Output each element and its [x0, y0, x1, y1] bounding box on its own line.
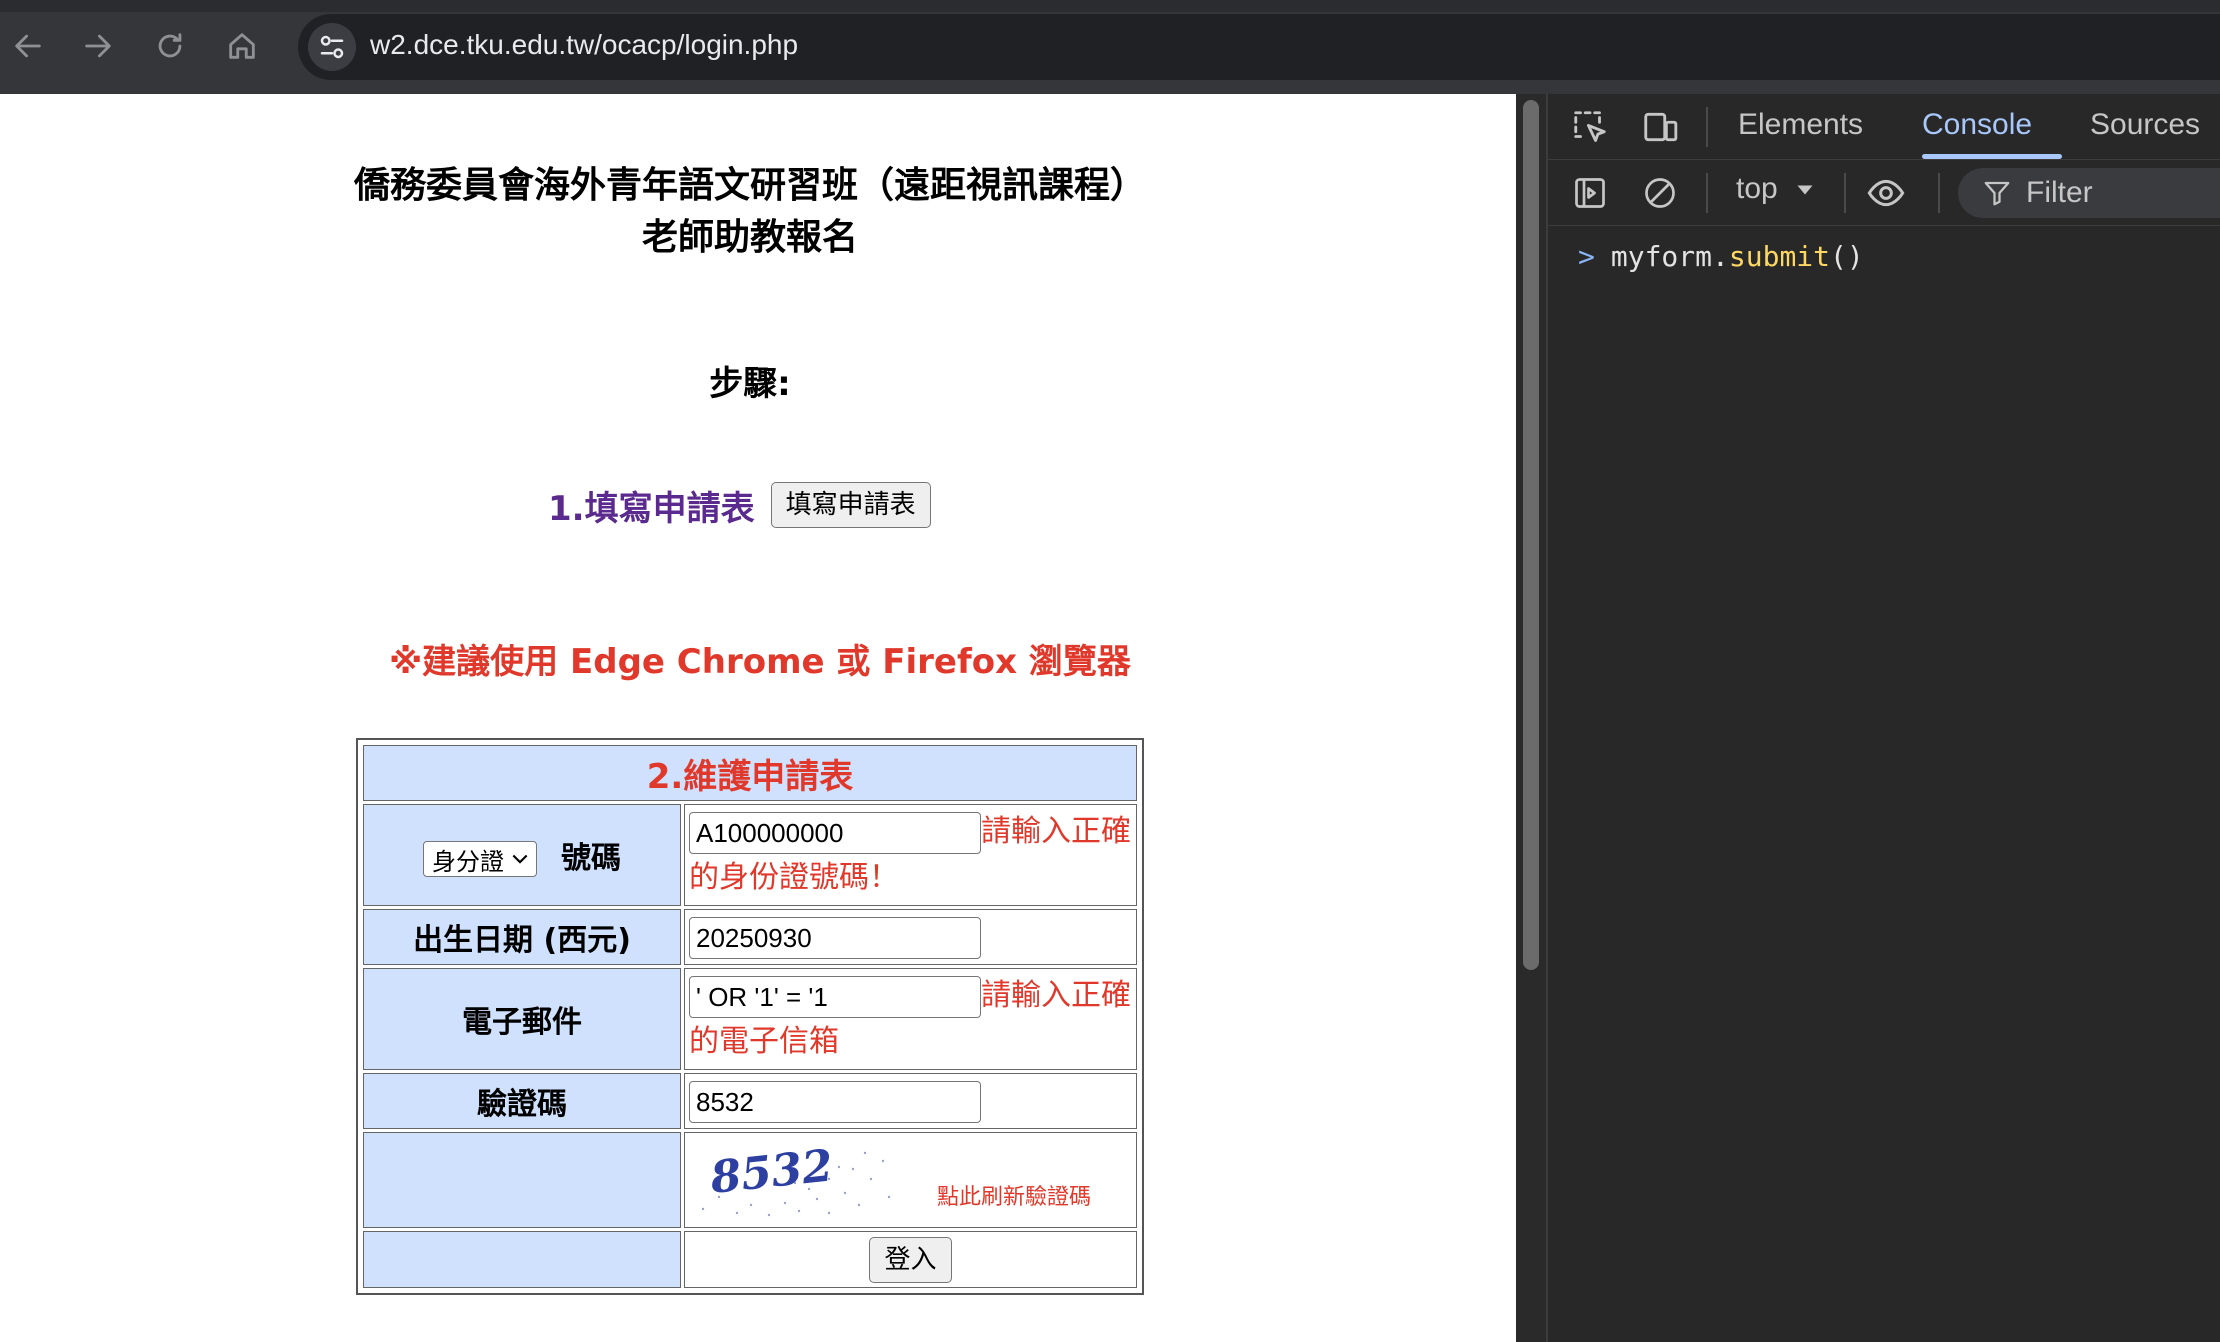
email-value-cell: ' OR '1' = '1 請輸入正確的電子信箱	[684, 968, 1137, 1070]
forward-arrow-icon	[85, 34, 111, 58]
birth-value-cell: 20250930	[684, 909, 1137, 965]
eye-icon	[1867, 179, 1905, 207]
url-text[interactable]: w2.dce.tku.edu.tw/ocacp/login.php	[370, 29, 798, 61]
page-title: 僑務委員會海外青年語文研習班（遠距視訊課程）老師助教報名	[353, 165, 1146, 258]
inspect-icon	[1574, 111, 1606, 142]
step1-row: 1.填寫申請表 填寫申請表	[548, 480, 931, 530]
live-expression-button[interactable]	[1864, 171, 1908, 215]
console-filter-input[interactable]: Filter	[1958, 168, 2220, 218]
toolbar-divider	[1844, 173, 1846, 213]
login-button-cell: 登入	[684, 1231, 1137, 1288]
captcha-label: 驗證碼	[363, 1073, 681, 1129]
id-type-select[interactable]: 身分證	[423, 841, 537, 878]
captcha-value-cell: 8532	[684, 1073, 1137, 1129]
id-label-cell: 身分證 號碼	[363, 804, 681, 906]
site-settings-button[interactable]	[308, 23, 356, 71]
tune-icon	[320, 35, 344, 59]
context-selector[interactable]: top	[1736, 172, 1814, 206]
captcha-input[interactable]: 8532	[689, 1080, 981, 1123]
home-icon	[229, 33, 255, 59]
chevron-down-icon	[512, 854, 528, 864]
toolbar-divider	[1938, 173, 1940, 213]
address-bar[interactable]: w2.dce.tku.edu.tw/ocacp/login.php	[298, 14, 2220, 80]
devtools-tab-bar: Elements Console Sources	[1548, 94, 2220, 160]
browser-recommendation: ※建議使用 Edge Chrome 或 Firefox 瀏覽器	[389, 642, 1131, 682]
console-prompt-icon: >	[1578, 240, 1595, 273]
page-scrollbar[interactable]	[1516, 94, 1546, 1342]
captcha-image-label-cell	[363, 1132, 681, 1228]
id-value-cell: A100000000 請輸入正確的身份證號碼！	[684, 804, 1137, 906]
back-button[interactable]	[8, 26, 48, 66]
toolbar-divider	[1706, 107, 1708, 147]
web-page: 僑務委員會海外青年語文研習班（遠距視訊課程）老師助教報名 步驟: 1.填寫申請表…	[0, 94, 1516, 1342]
console-args: ()	[1830, 240, 1864, 273]
browser-toolbar: w2.dce.tku.edu.tw/ocacp/login.php	[0, 0, 2220, 94]
clear-icon	[1645, 178, 1675, 208]
fill-application-button[interactable]: 填寫申請表	[770, 482, 931, 528]
captcha-image: 8532	[689, 1139, 929, 1221]
context-value: top	[1736, 172, 1778, 205]
caret-down-icon	[1797, 185, 1813, 195]
console-toolbar: top Filter	[1548, 160, 2220, 226]
id-number-input[interactable]: A100000000	[689, 811, 981, 854]
back-arrow-icon	[15, 34, 41, 58]
steps-heading: 步驟:	[709, 364, 791, 404]
captcha-image-cell: 8532 點此刷新驗證碼	[684, 1132, 1137, 1228]
filter-icon	[1984, 181, 2010, 206]
step1-label: 1.填寫申請表	[548, 488, 755, 529]
tab-elements[interactable]: Elements	[1738, 108, 1863, 142]
maintenance-form: 2.維護申請表 身分證 號碼 A100000000 請輸入正確的身份證號碼！ 出生…	[356, 738, 1144, 1295]
email-input[interactable]: ' OR '1' = '1	[689, 975, 981, 1018]
email-label: 電子郵件	[363, 968, 681, 1070]
console-input-line[interactable]: > myform.submit()	[1578, 240, 1864, 273]
reload-button[interactable]	[150, 26, 190, 66]
devtools-panel: Elements Console Sources top Filter > my…	[1546, 94, 2220, 1342]
form-header: 2.維護申請表	[363, 745, 1137, 801]
birth-label: 出生日期 (西元)	[363, 909, 681, 965]
active-tab-indicator	[1922, 154, 2062, 159]
home-button[interactable]	[222, 26, 262, 66]
id-type-value: 身分證	[432, 847, 504, 876]
toolbar-divider	[1706, 173, 1708, 213]
inspect-element-button[interactable]	[1568, 105, 1612, 149]
console-method: submit	[1728, 240, 1831, 273]
login-label-cell	[363, 1231, 681, 1288]
birth-date-input[interactable]: 20250930	[689, 916, 981, 959]
login-button[interactable]: 登入	[869, 1237, 952, 1283]
tab-sources[interactable]: Sources	[2090, 108, 2200, 142]
sidebar-toggle-button[interactable]	[1568, 171, 1612, 215]
reload-icon	[158, 33, 182, 58]
page-scrollbar-thumb[interactable]	[1523, 100, 1539, 970]
console-object: myform.	[1610, 240, 1729, 273]
refresh-captcha-link[interactable]: 點此刷新驗證碼	[937, 1185, 1091, 1210]
tab-console[interactable]: Console	[1922, 108, 2032, 142]
clear-console-button[interactable]	[1638, 171, 1682, 215]
sidebar-icon	[1575, 178, 1605, 208]
tab-strip	[0, 0, 2220, 12]
device-toolbar-button[interactable]	[1638, 105, 1682, 149]
forward-button[interactable]	[78, 26, 118, 66]
device-toggle-icon	[1644, 112, 1678, 142]
filter-placeholder: Filter	[2026, 176, 2093, 209]
id-number-label: 號碼	[561, 840, 621, 876]
